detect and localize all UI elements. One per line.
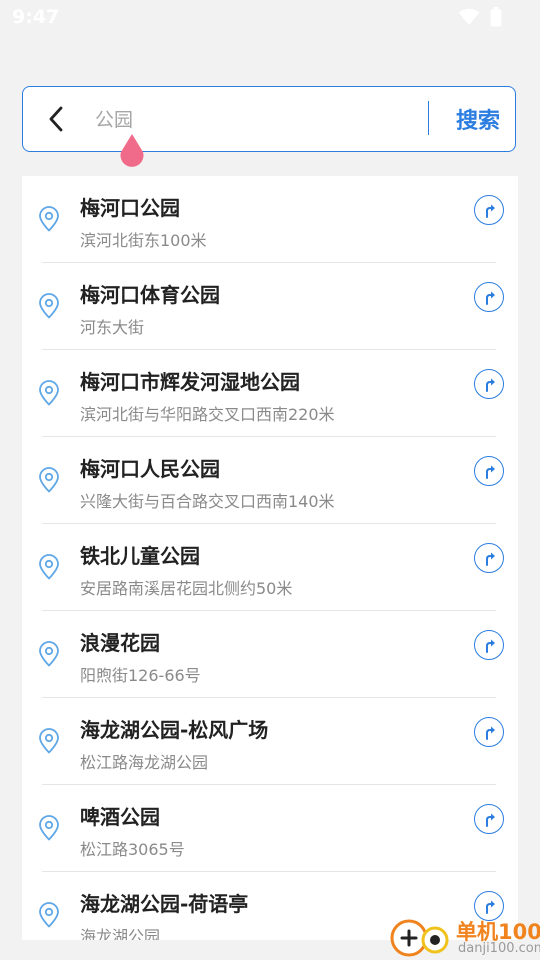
navigation-arrow-icon [486,552,495,566]
navigate-button[interactable] [474,195,504,225]
result-address: 滨河北街东100米 [80,231,207,250]
location-pin-icon [39,206,59,232]
navigation-arrow-icon [486,378,495,392]
result-item[interactable]: 浪漫花园 阳煦街126-66号 [22,611,518,698]
chevron-left-icon [49,106,63,132]
result-item[interactable]: 梅河口市辉发河湿地公园 滨河北街与华阳路交叉口西南220米 [22,350,518,437]
result-item[interactable]: 铁北儿童公园 安居路南溪居花园北侧约50米 [22,524,518,611]
result-list: 梅河口公园 滨河北街东100米 梅河口体育公园 河东大街 梅河口市辉发河湿地公园… [22,176,518,940]
result-address: 海龙湖公园 [80,927,161,940]
navigation-arrow-icon [486,291,495,305]
search-bar: 搜索 [22,86,516,152]
location-pin-icon [39,815,59,841]
back-button[interactable] [41,103,71,135]
result-item[interactable]: 啤酒公园 松江路3065号 [22,785,518,872]
search-button[interactable]: 搜索 [443,101,513,137]
result-title: 梅河口市辉发河湿地公园 [80,370,300,394]
result-address: 阳煦街126-66号 [80,666,201,685]
location-pin-icon [39,467,59,493]
navigation-arrow-icon [486,465,495,479]
search-divider [428,101,429,135]
location-pin-icon [39,380,59,406]
result-title: 梅河口人民公园 [80,457,220,481]
result-address: 松江路海龙湖公园 [80,753,209,772]
result-title: 铁北儿童公园 [80,544,200,568]
text-cursor-handle[interactable] [117,132,147,170]
result-address: 安居路南溪居花园北侧约50米 [80,579,293,598]
result-title: 海龙湖公园-松风广场 [80,718,269,742]
result-title: 浪漫花园 [80,631,160,655]
result-title: 啤酒公园 [80,805,160,829]
result-address: 滨河北街与华阳路交叉口西南220米 [80,405,335,424]
status-bar: 9:47 [0,0,540,36]
result-item[interactable]: 梅河口人民公园 兴隆大街与百合路交叉口西南140米 [22,437,518,524]
location-pin-icon [39,554,59,580]
status-icons [458,7,502,27]
navigate-button[interactable] [474,282,504,312]
location-pin-icon [39,902,59,928]
result-item[interactable]: 梅河口公园 滨河北街东100米 [22,176,518,263]
battery-icon [490,7,502,27]
result-title: 海龙湖公园-荷语亭 [80,892,249,916]
result-item[interactable]: 梅河口体育公园 河东大街 [22,263,518,350]
watermark-logo-icon [390,919,449,957]
navigate-button[interactable] [474,630,504,660]
watermark: 单机100网 danji100.com [388,914,540,960]
navigation-arrow-icon [486,900,495,914]
navigate-button[interactable] [474,717,504,747]
location-pin-icon [39,293,59,319]
navigation-arrow-icon [486,204,495,218]
result-address: 兴隆大街与百合路交叉口西南140米 [80,492,335,511]
navigation-arrow-icon [486,813,495,827]
location-pin-icon [39,641,59,667]
location-pin-icon [39,728,59,754]
result-title: 梅河口公园 [80,196,180,220]
navigation-arrow-icon [486,639,495,653]
navigate-button[interactable] [474,804,504,834]
result-item[interactable]: 海龙湖公园-松风广场 松江路海龙湖公园 [22,698,518,785]
result-title: 梅河口体育公园 [80,283,220,307]
navigation-arrow-icon [486,726,495,740]
status-time: 9:47 [12,6,60,28]
wifi-icon [458,8,480,25]
navigate-button[interactable] [474,456,504,486]
result-address: 河东大街 [80,318,145,337]
navigate-button[interactable] [474,543,504,573]
navigate-button[interactable] [474,369,504,399]
watermark-domain: danji100.com [458,941,540,956]
result-address: 松江路3065号 [80,840,185,859]
